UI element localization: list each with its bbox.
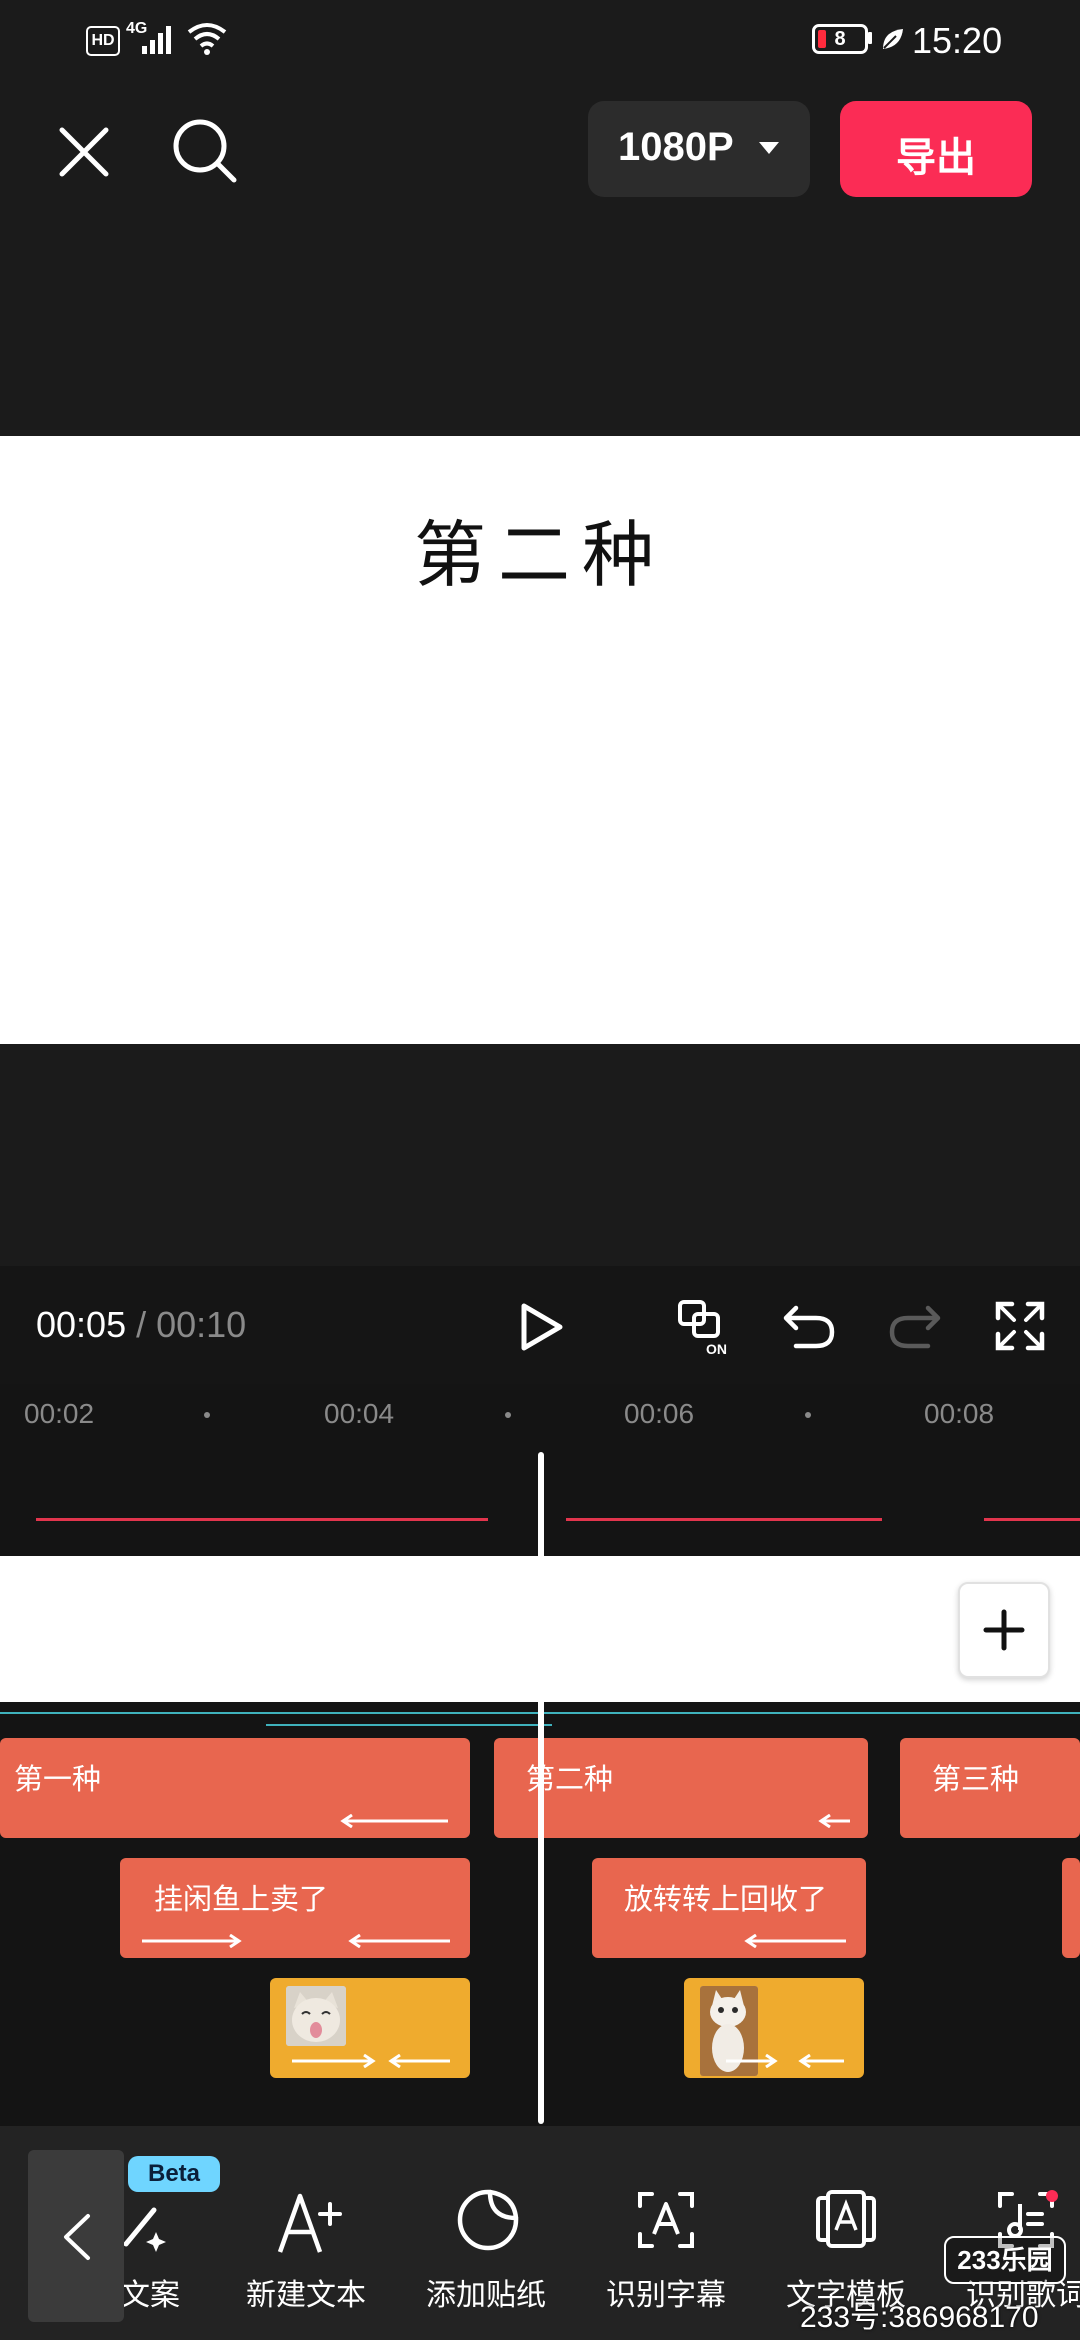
export-button[interactable]: 导出 bbox=[840, 101, 1032, 197]
track-divider-line bbox=[266, 1724, 552, 1726]
animation-out-arrow-icon bbox=[744, 1934, 846, 1948]
keyframe-on-icon[interactable]: ON bbox=[676, 1296, 736, 1356]
ruler-dot bbox=[204, 1412, 210, 1418]
plus-icon bbox=[983, 1609, 1025, 1651]
time-separator: / bbox=[126, 1304, 157, 1345]
clip-label: 第三种 bbox=[932, 1764, 1020, 1796]
preview-backdrop-bottom bbox=[0, 1044, 1080, 1266]
clip-label: 挂闲鱼上卖了 bbox=[154, 1884, 329, 1916]
text-clip[interactable] bbox=[1062, 1858, 1080, 1958]
animation-out-arrow-icon bbox=[818, 1814, 850, 1828]
tool-label-copywriting[interactable]: 文案 bbox=[120, 2270, 180, 2314]
ruler-dot bbox=[805, 1412, 811, 1418]
text-clip[interactable]: 放转转上回收了 bbox=[592, 1858, 866, 1958]
status-bar: HD 4G 8 15:20 bbox=[0, 0, 1080, 80]
sticker-icon bbox=[457, 2189, 519, 2251]
caption-recognize-icon bbox=[638, 2192, 694, 2248]
hd-icon: HD bbox=[86, 26, 120, 56]
battery-level: 8 bbox=[834, 28, 846, 50]
leaf-icon bbox=[883, 29, 903, 49]
undo-icon[interactable] bbox=[782, 1300, 836, 1350]
watermark-logo: 233乐园 bbox=[944, 2236, 1066, 2284]
recognize-captions-tool[interactable]: 识别字幕 bbox=[604, 2180, 728, 2320]
time-display: 00:05 / 00:10 bbox=[36, 1304, 246, 1346]
svg-text:ON: ON bbox=[706, 1341, 727, 1356]
text-clip[interactable]: 第一种 bbox=[0, 1738, 470, 1838]
chevron-left-icon bbox=[64, 2214, 90, 2260]
text-clip[interactable]: 第二种 bbox=[494, 1738, 868, 1838]
preview-backdrop-top bbox=[0, 220, 1080, 436]
video-preview-canvas[interactable]: 第二种 bbox=[0, 436, 1080, 1044]
collapse-toolbar-button[interactable] bbox=[28, 2150, 124, 2322]
clip-label: 第一种 bbox=[14, 1764, 102, 1796]
animation-out-arrow-icon bbox=[340, 1814, 448, 1828]
playhead[interactable] bbox=[538, 1452, 544, 2124]
sticker-clip[interactable] bbox=[270, 1978, 470, 2078]
add-sticker-tool[interactable]: 添加贴纸 bbox=[424, 2180, 548, 2320]
ruler-label: 00:06 bbox=[624, 1398, 695, 1429]
current-time: 00:05 bbox=[36, 1304, 127, 1345]
caret-down-icon bbox=[759, 142, 779, 154]
animation-out-arrow-icon bbox=[388, 2054, 450, 2068]
tool-label: 添加贴纸 bbox=[426, 2279, 546, 2312]
beta-badge: Beta bbox=[128, 2156, 220, 2192]
redo-icon[interactable] bbox=[888, 1300, 942, 1350]
ruler-dot bbox=[505, 1412, 511, 1418]
export-label: 导出 bbox=[896, 136, 976, 180]
animation-out-arrow-icon bbox=[798, 2054, 844, 2068]
resolution-dropdown[interactable]: 1080P bbox=[588, 101, 810, 197]
signal-icon bbox=[142, 26, 171, 54]
tool-label: 识别字幕 bbox=[606, 2279, 726, 2312]
cat-sticker-thumbnail bbox=[286, 1986, 346, 2046]
new-dot bbox=[1046, 2190, 1058, 2202]
tool-label: 新建文本 bbox=[246, 2279, 366, 2312]
watermark-text: 233号:386968170 bbox=[800, 2301, 1039, 2334]
audio-track-segment[interactable] bbox=[984, 1518, 1080, 1521]
wifi-icon bbox=[187, 23, 227, 55]
add-text-icon bbox=[277, 2193, 342, 2253]
resolution-label: 1080P bbox=[618, 125, 734, 169]
text-template-icon bbox=[816, 2190, 876, 2248]
animation-in-arrow-icon bbox=[292, 2054, 376, 2068]
sticker-clip[interactable] bbox=[684, 1978, 864, 2078]
magic-pen-icon bbox=[123, 2207, 166, 2252]
total-time: 00:10 bbox=[156, 1304, 247, 1345]
fullscreen-icon[interactable] bbox=[994, 1300, 1046, 1352]
text-clip[interactable]: 第三种 bbox=[900, 1738, 1080, 1838]
play-icon[interactable] bbox=[518, 1302, 566, 1352]
ruler-label: 00:08 bbox=[924, 1398, 995, 1429]
add-text-tool[interactable]: 新建文本 bbox=[244, 2180, 368, 2320]
preview-text-overlay[interactable]: 第二种 bbox=[0, 496, 1080, 601]
animation-in-arrow-icon bbox=[726, 2054, 778, 2068]
clip-label: 放转转上回收了 bbox=[624, 1884, 828, 1916]
ruler-label: 00:04 bbox=[324, 1398, 395, 1429]
battery-icon: 8 bbox=[812, 24, 868, 54]
add-clip-button[interactable] bbox=[958, 1582, 1050, 1678]
clock: 15:20 bbox=[912, 20, 1003, 61]
playback-controls: 00:05 / 00:10 ON bbox=[0, 1266, 1080, 1384]
search-icon[interactable] bbox=[170, 116, 240, 186]
text-clip[interactable]: 挂闲鱼上卖了 bbox=[120, 1858, 470, 1958]
animation-out-arrow-icon bbox=[348, 1934, 450, 1948]
animation-in-arrow-icon bbox=[142, 1934, 242, 1948]
ruler-label: 00:02 bbox=[24, 1398, 95, 1429]
audio-track-segment[interactable] bbox=[36, 1518, 488, 1521]
battery-tip bbox=[868, 32, 872, 44]
close-icon[interactable] bbox=[56, 124, 112, 180]
audio-track-segment[interactable] bbox=[566, 1518, 882, 1521]
